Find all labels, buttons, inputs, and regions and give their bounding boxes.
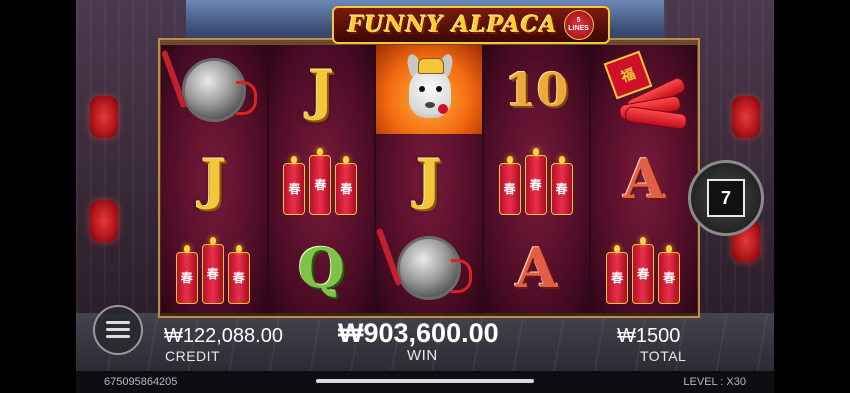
total-bet-value[interactable]: ₩1500 [617, 325, 680, 348]
side-counter-value: 7 [707, 179, 745, 217]
gong-icon [160, 49, 257, 122]
symbol-a: A [591, 134, 697, 223]
symbol-firecrackers: 春 春 春 [161, 223, 267, 312]
reel-grid: J 春 春 春 J 春 春 春 Q J 10 春 春 春 A 福 A 春 春 春 [160, 45, 697, 313]
total-bet-label: TOTAL [640, 348, 687, 364]
firecrackers-icon: 春 春 春 [281, 143, 361, 215]
symbol-j: J [376, 134, 482, 223]
firecrackers-icon: 春 春 春 [174, 232, 254, 304]
gong-icon [375, 227, 472, 300]
win-label: WIN [407, 347, 438, 364]
menu-button[interactable] [93, 305, 143, 355]
reel-2: J 春 春 春 Q [268, 45, 377, 313]
reel-3: J [375, 45, 484, 313]
symbol-firecracker-bundle: 福 [591, 45, 697, 134]
symbol-alpaca-wild [376, 45, 482, 134]
symbol-j-text: J [416, 146, 442, 211]
lantern-right-1 [732, 96, 760, 138]
symbol-j-text: J [308, 57, 335, 122]
symbol-q: Q [269, 223, 375, 312]
reel-4: 10 春 春 春 A [483, 45, 592, 313]
symbol-j: J [161, 134, 267, 223]
lines-badge: 5 LINES [563, 10, 594, 40]
symbol-a: A [484, 223, 590, 312]
level-indicator: LEVEL : X30 [683, 376, 746, 388]
firecrackers-icon: 春 春 春 [497, 143, 577, 215]
symbol-q-text: Q [297, 235, 345, 300]
lines-badge-number: 5 [576, 17, 581, 24]
side-counter-button[interactable]: 7 [688, 160, 764, 236]
game-stage: J 春 春 春 J 春 春 春 Q J 10 春 春 春 A 福 A 春 春 春… [76, 0, 774, 393]
symbol-gong [160, 45, 267, 134]
footer-bar: 675095864205 LEVEL : X30 [76, 371, 774, 393]
home-indicator [316, 379, 534, 383]
symbol-j-text: J [201, 146, 227, 211]
hamburger-icon [106, 321, 130, 339]
reel-5: 福 A 春 春 春 [591, 45, 697, 313]
symbol-gong [375, 223, 482, 312]
alpaca-icon [394, 50, 464, 130]
lantern-left-2 [90, 200, 118, 242]
lantern-left-1 [90, 96, 118, 138]
session-id: 675095864205 [104, 376, 178, 388]
symbol-j: J [269, 45, 375, 134]
game-logo: FUNNY ALPACA 5 LINES [332, 6, 610, 44]
firecracker-bundle-icon: 福 [599, 50, 689, 130]
firecrackers-icon: 春 春 春 [604, 232, 684, 304]
logo-title: FUNNY ALPACA [348, 12, 558, 38]
symbol-firecrackers: 春 春 春 [591, 223, 697, 312]
credit-value: ₩122,088.00 [164, 325, 283, 347]
symbol-10-text: 10 [504, 62, 569, 117]
symbol-firecrackers: 春 春 春 [484, 134, 590, 223]
win-value: ₩903,600.00 [338, 318, 499, 348]
symbol-a-text: A [623, 146, 666, 211]
credit-label: CREDIT [165, 348, 221, 364]
symbol-a-text: A [515, 235, 558, 300]
symbol-firecrackers: 春 春 春 [269, 134, 375, 223]
symbol-10: 10 [484, 45, 590, 134]
reel-1: J 春 春 春 [160, 45, 269, 313]
lines-badge-label: LINES [568, 25, 589, 32]
